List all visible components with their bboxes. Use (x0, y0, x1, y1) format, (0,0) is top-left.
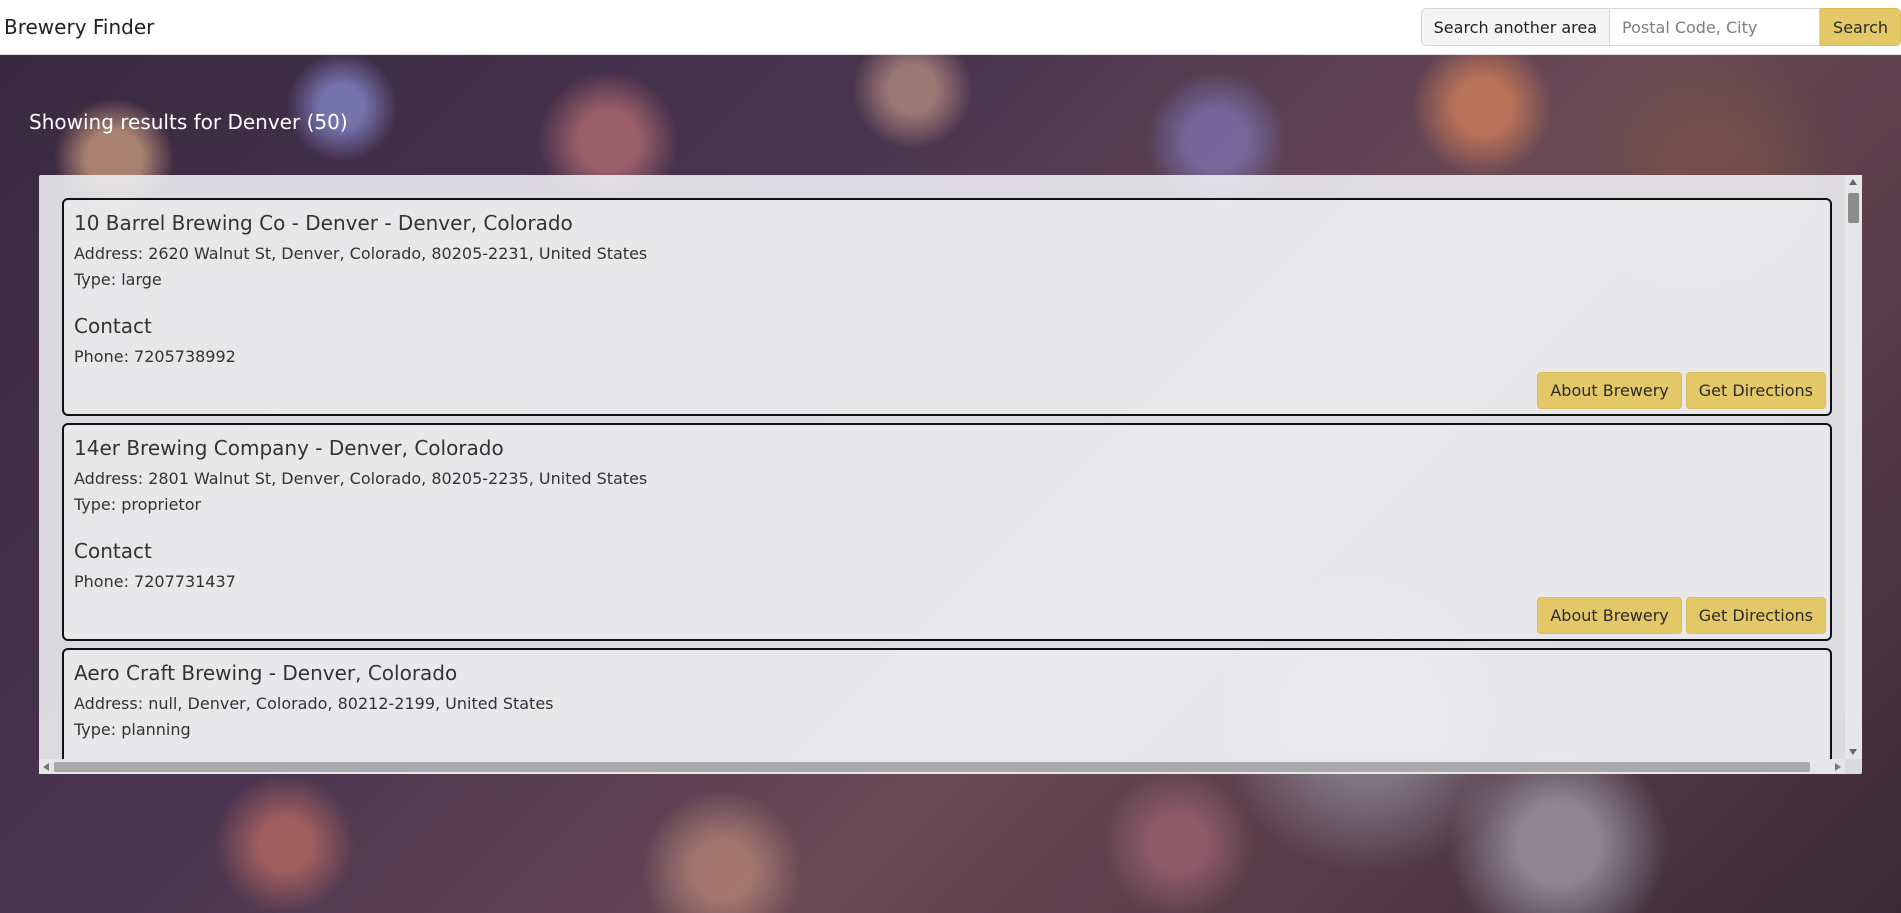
card-actions: About Brewery Get Directions (1537, 372, 1826, 409)
horizontal-scrollbar[interactable] (39, 759, 1845, 774)
brewery-phone: Phone: 7205738992 (74, 347, 236, 366)
search-input[interactable] (1610, 8, 1821, 46)
results-heading: Showing results for Denver (50) (29, 110, 348, 134)
scroll-up-icon[interactable] (1849, 179, 1857, 185)
brewery-card: 14er Brewing Company - Denver, Colorado … (62, 423, 1832, 641)
brewery-title: Aero Craft Brewing - Denver, Colorado (74, 661, 458, 685)
brewery-title: 10 Barrel Brewing Co - Denver - Denver, … (74, 211, 573, 235)
brewery-address: Address: null, Denver, Colorado, 80212-2… (74, 694, 554, 713)
brewery-card: Aero Craft Brewing - Denver, Colorado Ad… (62, 648, 1832, 759)
horizontal-scroll-thumb[interactable] (54, 762, 1810, 772)
scroll-left-icon[interactable] (43, 763, 49, 771)
brewery-phone: Phone: 7207731437 (74, 572, 236, 591)
card-actions: About Brewery Get Directions (1537, 597, 1826, 634)
search-group: Search another area Search (1420, 7, 1901, 47)
brewery-type: Type: planning (74, 720, 191, 739)
search-button[interactable]: Search (1820, 8, 1901, 46)
scroll-down-icon[interactable] (1849, 749, 1857, 755)
results-panel: 10 Barrel Brewing Co - Denver - Denver, … (39, 175, 1862, 774)
search-area-label: Search another area (1420, 8, 1611, 46)
get-directions-button[interactable]: Get Directions (1685, 597, 1826, 634)
brewery-card: 10 Barrel Brewing Co - Denver - Denver, … (62, 198, 1832, 416)
results-scroll-area[interactable]: 10 Barrel Brewing Co - Denver - Denver, … (39, 175, 1845, 759)
brewery-address: Address: 2620 Walnut St, Denver, Colorad… (74, 244, 648, 263)
brewery-title: 14er Brewing Company - Denver, Colorado (74, 436, 504, 460)
about-brewery-button[interactable]: About Brewery (1537, 597, 1682, 634)
about-brewery-button[interactable]: About Brewery (1537, 372, 1682, 409)
get-directions-button[interactable]: Get Directions (1685, 372, 1826, 409)
contact-heading: Contact (74, 314, 152, 338)
contact-heading: Contact (74, 539, 152, 563)
brewery-address: Address: 2801 Walnut St, Denver, Colorad… (74, 469, 648, 488)
brand-title[interactable]: Brewery Finder (0, 15, 154, 39)
vertical-scrollbar[interactable] (1845, 175, 1862, 759)
navbar: Brewery Finder Search another area Searc… (0, 0, 1901, 55)
brewery-type: Type: proprietor (74, 495, 202, 514)
vertical-scroll-thumb[interactable] (1848, 193, 1859, 223)
brewery-type: Type: large (74, 270, 162, 289)
scroll-right-icon[interactable] (1835, 763, 1841, 771)
